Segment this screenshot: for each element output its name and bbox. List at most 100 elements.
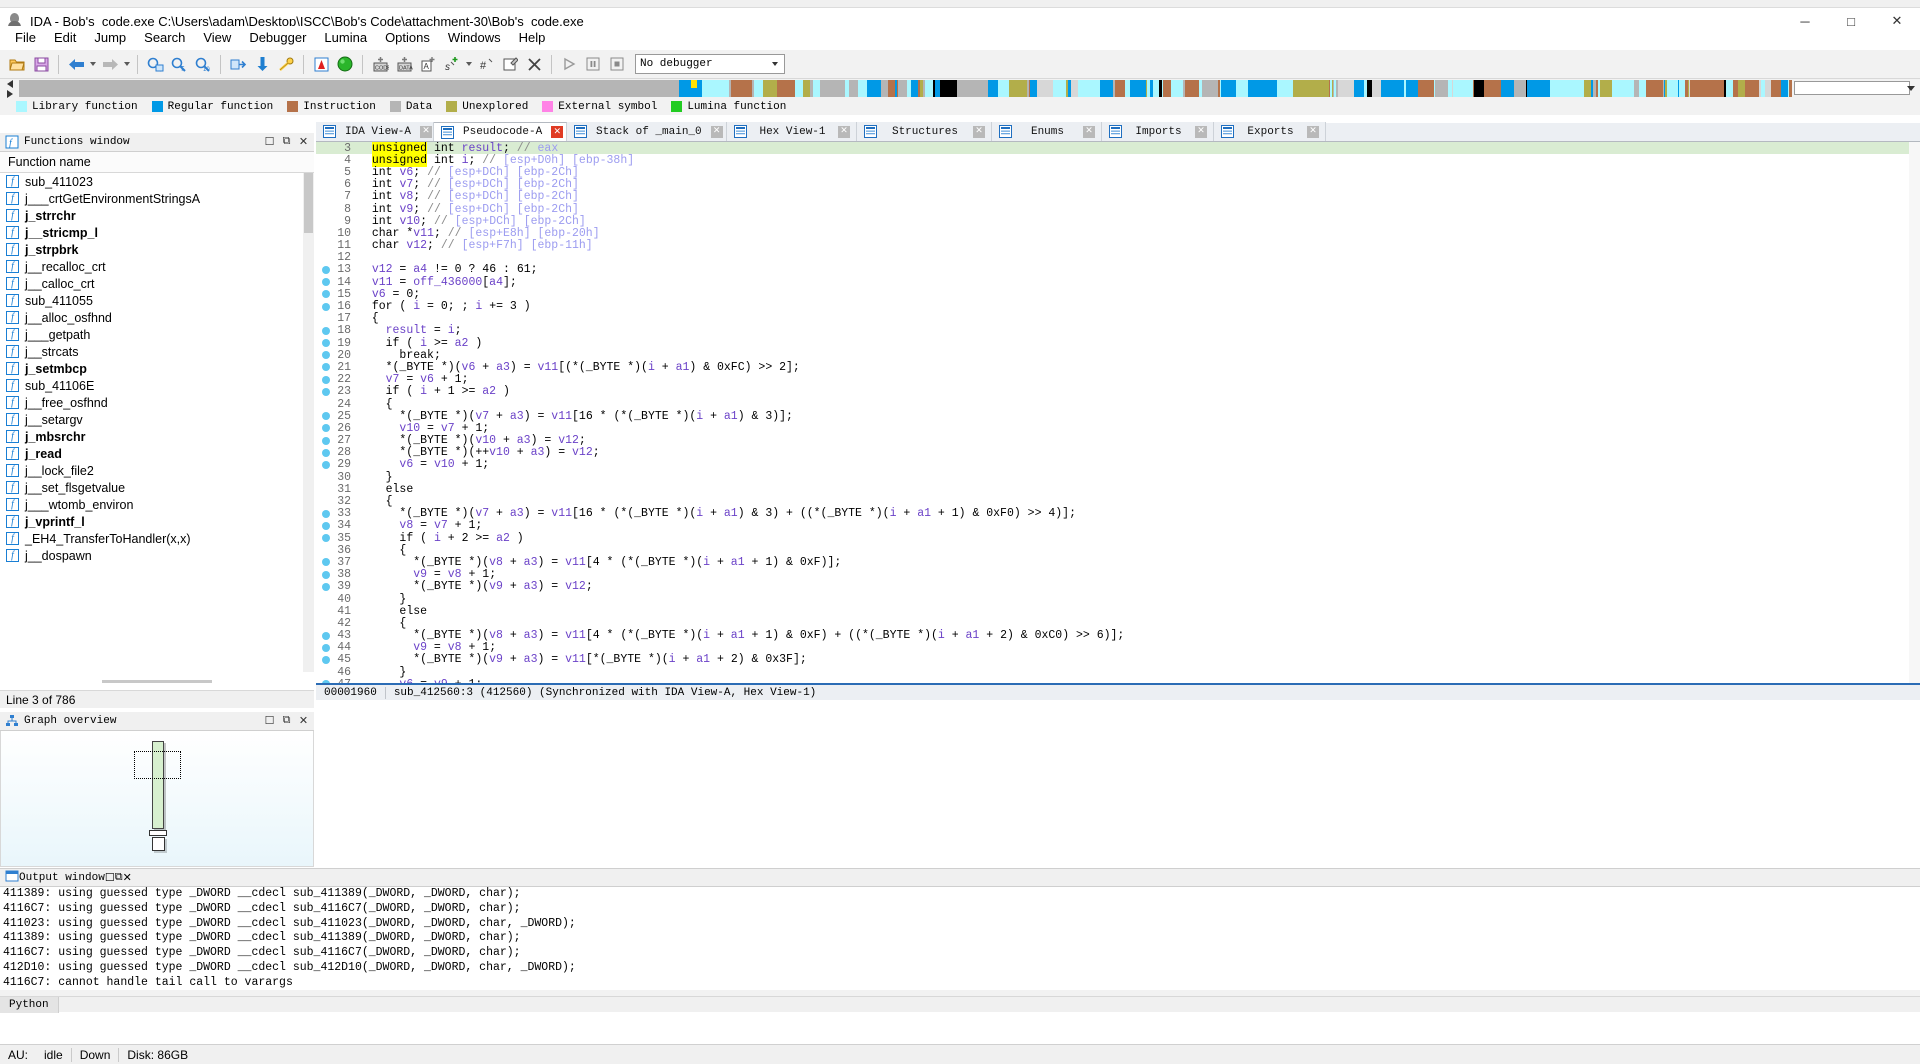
breakpoint-marker-icon[interactable] [316, 522, 336, 530]
pseudocode-line[interactable]: 15 v6 = 0; [316, 288, 1920, 301]
function-list-item[interactable]: f j__set_flsgetvalue [0, 479, 314, 496]
function-list-item[interactable]: f j__alloc_osfhnd [0, 309, 314, 326]
pseudocode-line[interactable]: 22 v7 = v6 + 1; [316, 373, 1920, 386]
pseudocode-line[interactable]: 34 v8 = v7 + 1; [316, 519, 1920, 532]
navigator-arrows[interactable] [0, 79, 19, 98]
undefine-icon[interactable]: # [475, 53, 497, 75]
breakpoint-marker-icon[interactable] [316, 339, 336, 347]
function-list-item[interactable]: f j__strcats [0, 343, 314, 360]
pseudocode-line[interactable]: 9 int v10; // [esp+DCh] [ebp-2Ch] [316, 215, 1920, 228]
make-code-icon[interactable]: CODE [369, 53, 391, 75]
function-list-item[interactable]: f j_setmbcp [0, 360, 314, 377]
search-code-icon[interactable] [144, 53, 166, 75]
breakpoint-marker-icon[interactable] [316, 412, 336, 420]
pseudocode-line[interactable]: 42 { [316, 617, 1920, 630]
down-arrow-icon[interactable] [251, 53, 273, 75]
breakpoint-marker-icon[interactable] [316, 437, 336, 445]
functions-close-button[interactable]: ✕ [295, 135, 312, 150]
pseudocode-line[interactable]: 19 if ( i >= a2 ) [316, 337, 1920, 350]
function-list-item[interactable]: f j_mbsrchr [0, 428, 314, 445]
function-list-item[interactable]: f j_read [0, 445, 314, 462]
pseudocode-line[interactable]: 16 for ( i = 0; ; i += 3 ) [316, 300, 1920, 313]
graph-viewport-rect[interactable] [134, 751, 181, 779]
pseudocode-editor[interactable]: 3 unsigned int result; // eax 4 unsigned … [316, 142, 1920, 683]
breakpoint-marker-icon[interactable] [316, 290, 336, 298]
pseudocode-line[interactable]: 35 if ( i + 2 >= a2 ) [316, 532, 1920, 545]
run-icon[interactable] [558, 53, 580, 75]
navigator-strip[interactable] [19, 80, 1792, 97]
menu-search[interactable]: Search [135, 28, 194, 47]
menu-edit[interactable]: Edit [45, 28, 85, 47]
tab-stack-of-main-0[interactable]: Stack of _main_0 ✕ [567, 122, 727, 141]
pseudocode-line[interactable]: 4 unsigned int i; // [esp+D0h] [ebp-38h] [316, 153, 1920, 167]
pseudocode-line[interactable]: 41 else [316, 605, 1920, 618]
pseudocode-line[interactable]: 28 *(_BYTE *)(++v10 + a3) = v12; [316, 446, 1920, 459]
forward-history-dropdown[interactable] [122, 53, 132, 75]
functions-list[interactable]: f sub_411023 f j___crtGetEnvironmentStrings… [0, 173, 314, 672]
breakpoint-marker-icon[interactable] [316, 449, 336, 457]
breakpoint-marker-icon[interactable] [316, 656, 336, 664]
graph-restore-button[interactable]: ⧉ [278, 714, 295, 729]
breakpoint-marker-icon[interactable] [316, 583, 336, 591]
pseudocode-line[interactable]: 21 *(_BYTE *)(v6 + a3) = v11[(*(_BYTE *)… [316, 361, 1920, 374]
function-list-item[interactable]: f sub_411023 [0, 173, 314, 190]
pseudocode-line[interactable]: 36 { [316, 544, 1920, 557]
function-list-item[interactable]: f j___getpath [0, 326, 314, 343]
tab-close-icon[interactable]: ✕ [838, 125, 850, 138]
pseudocode-line[interactable]: 8 int v9; // [esp+DCh] [ebp-2Ch] [316, 203, 1920, 216]
graph-overview-canvas[interactable] [0, 731, 314, 867]
make-ascii-icon[interactable]: A [417, 53, 439, 75]
output-close-button[interactable]: ✕ [123, 871, 132, 885]
breakpoint-marker-icon[interactable] [316, 510, 336, 518]
back-history-dropdown[interactable] [88, 53, 98, 75]
function-list-item[interactable]: f j__stricmp_l [0, 224, 314, 241]
tab-close-icon[interactable]: ✕ [551, 126, 564, 138]
stop-icon[interactable] [606, 53, 628, 75]
pseudocode-line[interactable]: 11 char v12; // [esp+F7h] [ebp-11h] [316, 239, 1920, 252]
tab-hex-view-1[interactable]: Hex View-1 ✕ [727, 122, 857, 141]
pseudocode-line[interactable]: 3 unsigned int result; // eax [316, 142, 1920, 155]
tab-close-icon[interactable]: ✕ [420, 125, 433, 138]
delete-icon[interactable] [523, 53, 545, 75]
pseudocode-line[interactable]: 6 int v7; // [esp+DCh] [ebp-2Ch] [316, 178, 1920, 191]
save-icon[interactable] [30, 53, 52, 75]
function-list-item[interactable]: f sub_41106E [0, 377, 314, 394]
tab-close-icon[interactable]: ✕ [1195, 125, 1207, 138]
edit-function-icon[interactable] [499, 53, 521, 75]
function-list-item[interactable]: f j__recalloc_crt [0, 258, 314, 275]
breakpoint-marker-icon[interactable] [316, 376, 336, 384]
breakpoint-marker-icon[interactable] [316, 424, 336, 432]
breakpoint-marker-icon[interactable] [316, 461, 336, 469]
nav-left-arrow-icon[interactable] [6, 79, 13, 88]
breakpoint-marker-icon[interactable] [316, 632, 336, 640]
tab-close-icon[interactable]: ✕ [973, 125, 985, 138]
pseudocode-line[interactable]: 12 [316, 251, 1920, 264]
breakpoint-marker-icon[interactable] [316, 571, 336, 579]
pseudocode-line[interactable]: 24 { [316, 398, 1920, 411]
tab-ida-view-a[interactable]: IDA View-A ✕ [316, 122, 434, 141]
graph-maximize-button[interactable]: ☐ [261, 714, 278, 729]
tab-close-icon[interactable]: ✕ [1083, 125, 1095, 138]
menu-debugger[interactable]: Debugger [240, 28, 315, 47]
pseudocode-line[interactable]: 25 *(_BYTE *)(v7 + a3) = v11[16 * (*(_BY… [316, 410, 1920, 423]
pseudocode-line[interactable]: 5 int v6; // [esp+DCh] [ebp-2Ch] [316, 166, 1920, 179]
menu-view[interactable]: View [194, 28, 240, 47]
pseudocode-line[interactable]: 45 *(_BYTE *)(v9 + a3) = v11[*(_BYTE *)(… [316, 653, 1920, 666]
make-struct-icon[interactable]: s [441, 53, 463, 75]
function-list-item[interactable]: f j___crtGetEnvironmentStringsA [0, 190, 314, 207]
pseudocode-line[interactable]: 37 *(_BYTE *)(v8 + a3) = v11[4 * (*(_BYT… [316, 556, 1920, 569]
function-list-item[interactable]: f j__dospawn [0, 547, 314, 564]
output-restore-button[interactable]: ⧉ [115, 872, 123, 884]
breakpoint-marker-icon[interactable] [316, 351, 336, 359]
pseudocode-line[interactable]: 33 *(_BYTE *)(v7 + a3) = v11[16 * (*(_BY… [316, 507, 1920, 520]
navigator-jump-box[interactable] [1792, 79, 1920, 98]
function-list-item[interactable]: f sub_411055 [0, 292, 314, 309]
pseudocode-line[interactable]: 23 if ( i + 1 >= a2 ) [316, 385, 1920, 398]
menu-windows[interactable]: Windows [439, 28, 510, 47]
functions-splitter[interactable] [0, 672, 314, 690]
breakpoint-marker-icon[interactable] [316, 266, 336, 274]
breakpoint-marker-icon[interactable] [316, 278, 336, 286]
pseudocode-line[interactable]: 43 *(_BYTE *)(v8 + a3) = v11[4 * (*(_BYT… [316, 629, 1920, 642]
breakpoint-marker-icon[interactable] [316, 644, 336, 652]
output-log[interactable]: 411389: using guessed type _DWORD __cdec… [0, 887, 1920, 990]
